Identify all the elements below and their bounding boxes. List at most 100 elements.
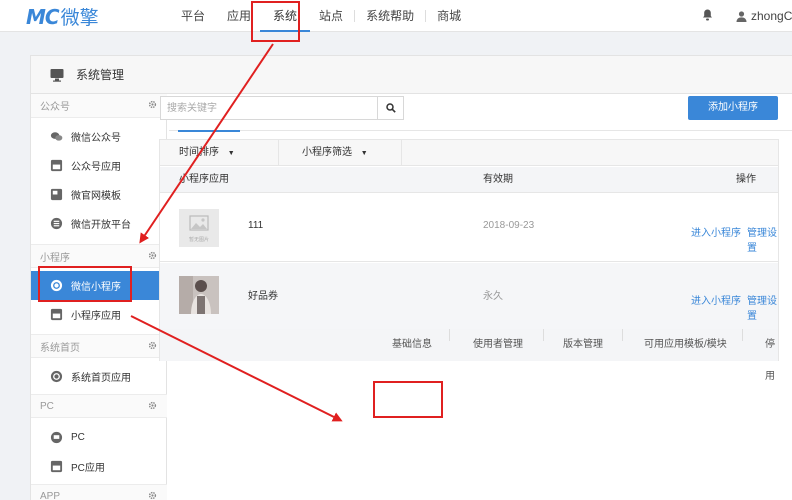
panel-title: 系统管理: [76, 68, 125, 82]
sidebar-group-label: PC: [40, 400, 54, 412]
action-divider: [543, 329, 544, 341]
add-miniprogram-button[interactable]: 添加小程序: [688, 96, 778, 120]
sidebar-group-label: 公众号: [40, 102, 70, 113]
nav-item-system[interactable]: 系统: [260, 0, 311, 32]
nav-item-apps[interactable]: 应用: [216, 0, 262, 32]
filter-label: 时间排序: [179, 147, 219, 158]
sidebar-item-label: 微信公众号: [71, 133, 121, 144]
miniprogram-table: 时间排序 ▼ 小程序筛选 ▼ 小程序应用 有效期 操作 暂无图片 111 201…: [159, 139, 779, 382]
sidebar-item-label: 微信小程序: [71, 282, 121, 293]
sidebar-item-site-templates[interactable]: 微官网模板: [31, 180, 167, 209]
main-nav: 平台 应用 系统 站点 系统帮助 商城: [170, 0, 472, 32]
filter-divider: [278, 140, 279, 166]
sidebar-item-pc[interactable]: PC: [31, 423, 167, 452]
pc-icon: [50, 431, 63, 444]
sidebar-item-label: PC应用: [71, 463, 105, 474]
search-box: [160, 96, 404, 120]
search-input[interactable]: [161, 97, 379, 119]
bell-icon[interactable]: [702, 9, 713, 21]
logo-mark: MC: [26, 4, 60, 29]
miniprogram-icon: [50, 279, 63, 292]
filter-bar: 时间排序 ▼ 小程序筛选 ▼: [160, 140, 778, 166]
column-header-app: 小程序应用: [179, 174, 229, 185]
app-icon: [50, 159, 63, 172]
sidebar-item-label: PC: [71, 432, 85, 443]
expiry-date: 永久: [483, 291, 503, 302]
nav-item-store[interactable]: 商城: [426, 0, 472, 32]
nav-item-site[interactable]: 站点: [308, 0, 354, 32]
template-icon: [50, 188, 63, 201]
gear-icon[interactable]: [148, 100, 157, 109]
thumb-caption: 暂无图片: [188, 237, 209, 243]
username: zhongCl: [751, 9, 792, 23]
row-action-bar: 基础信息 使用者管理 版本管理 可用应用模板/模块 停用: [160, 329, 778, 382]
panel-header: 系统管理: [31, 56, 792, 94]
expiry-date: 2018-09-23: [483, 220, 535, 231]
monitor-icon: [50, 68, 64, 82]
sidebar-item-wechat-account[interactable]: 微信公众号: [31, 122, 167, 151]
app-icon: [50, 460, 63, 473]
logo-text: 微擎: [60, 8, 99, 29]
action-divider: [742, 329, 743, 341]
table-header: 小程序应用 有效期 操作: [160, 167, 778, 193]
miniprogram-filter-dropdown[interactable]: 小程序筛选 ▼: [302, 140, 368, 166]
sidebar-group-label: 小程序: [40, 252, 70, 264]
gear-icon[interactable]: [148, 491, 157, 500]
search-button[interactable]: [377, 97, 403, 119]
wechat-icon: [50, 132, 63, 141]
sidebar-item-label: 系统首页应用: [71, 373, 131, 384]
sidebar-item-pc-apps[interactable]: PC应用: [31, 452, 167, 481]
miniprogram-name: 好品券: [248, 291, 278, 302]
table-row: 暂无图片 111 2018-09-23 进入小程序 管理设置: [160, 194, 778, 262]
action-divider: [622, 329, 623, 341]
basic-info-link[interactable]: 基础信息: [392, 329, 432, 361]
sidebar-item-label: 公众号应用: [71, 162, 121, 173]
caret-down-icon: ▼: [360, 150, 368, 157]
gear-icon[interactable]: [148, 251, 157, 260]
miniprogram-name: 111: [248, 220, 264, 231]
manage-settings-link[interactable]: 管理设置: [747, 292, 778, 322]
caret-down-icon: ▼: [227, 150, 235, 157]
manage-settings-link[interactable]: 管理设置: [747, 224, 778, 254]
sidebar-item-label: 小程序应用: [71, 311, 121, 322]
enter-miniprogram-link[interactable]: 进入小程序: [691, 292, 741, 307]
miniprogram-thumbnail: [179, 276, 219, 314]
sidebar-item-system-home-apps[interactable]: 系统首页应用: [31, 362, 167, 391]
sidebar-item-wechat-miniprogram[interactable]: 微信小程序: [31, 271, 167, 300]
nav-item-help[interactable]: 系统帮助: [355, 0, 425, 32]
sidebar-group-label: APP: [40, 490, 61, 500]
column-header-expiry: 有效期: [483, 174, 513, 185]
sidebar-item-open-platform[interactable]: 微信开放平台: [31, 209, 167, 238]
sidebar-item-account-apps[interactable]: 公众号应用: [31, 151, 167, 180]
sidebar-group-miniprogram: 小程序: [31, 244, 167, 268]
sidebar-group-label: 系统首页: [40, 342, 80, 354]
sidebar-item-miniprogram-apps[interactable]: 小程序应用: [31, 300, 167, 329]
sidebar-group-pc: PC: [31, 394, 167, 418]
sidebar: 公众号 微信公众号 公众号应用 微官网模板 微信开放平台 小程序 微信小程序 小…: [31, 94, 167, 500]
table-row: 好品券 永久 进入小程序 管理设置: [160, 263, 778, 331]
sidebar-group-app: APP: [31, 484, 167, 500]
sidebar-group-official-account: 公众号: [31, 94, 167, 118]
filter-label: 小程序筛选: [302, 147, 352, 158]
disable-link[interactable]: 停用: [765, 329, 778, 393]
filter-divider: [401, 140, 402, 166]
user-menu[interactable]: zhongCl: [736, 0, 792, 32]
available-templates-link[interactable]: 可用应用模板/模块: [644, 329, 727, 361]
gear-icon[interactable]: [148, 341, 157, 350]
action-divider: [449, 329, 450, 341]
logo[interactable]: MC 微擎: [26, 3, 99, 30]
column-header-actions: 操作: [736, 174, 756, 185]
nav-item-platform[interactable]: 平台: [170, 0, 216, 32]
sidebar-item-label: 微信开放平台: [71, 220, 131, 231]
sidebar-group-system-home: 系统首页: [31, 334, 167, 358]
app-icon: [50, 308, 63, 321]
enter-miniprogram-link[interactable]: 进入小程序: [691, 224, 741, 239]
sidebar-item-label: 微官网模板: [71, 191, 121, 202]
sort-by-time-dropdown[interactable]: 时间排序 ▼: [179, 140, 235, 166]
version-management-link[interactable]: 版本管理: [563, 329, 603, 361]
user-icon: [736, 10, 747, 22]
user-management-link[interactable]: 使用者管理: [473, 329, 523, 361]
top-navbar: MC 微擎 平台 应用 系统 站点 系统帮助 商城 zhongCl: [0, 0, 792, 32]
search-icon: [385, 103, 396, 113]
gear-icon[interactable]: [148, 401, 157, 410]
